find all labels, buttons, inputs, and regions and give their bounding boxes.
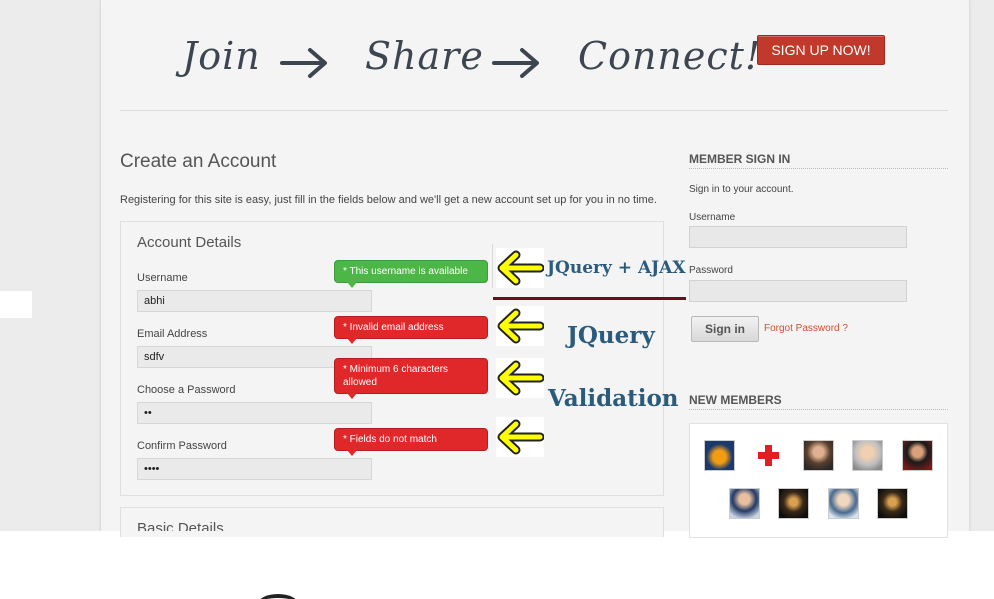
member-avatar[interactable] [778, 488, 809, 519]
banner-divider [120, 110, 948, 111]
yellow-left-arrow-icon [496, 306, 544, 346]
annotation-validation: Validation [548, 385, 679, 412]
new-members-divider [689, 409, 948, 410]
member-avatar[interactable] [729, 488, 760, 519]
account-details-title: Account Details [137, 234, 242, 251]
yellow-left-arrow-icon [496, 248, 544, 288]
annotation-separator [492, 244, 493, 288]
page-title: Create an Account [120, 151, 277, 172]
annotation-jquery: JQuery [567, 322, 655, 349]
register-intro-text: Registering for this site is easy, just … [120, 194, 657, 206]
signup-now-button[interactable]: SIGN UP NOW! [757, 35, 885, 65]
page-background-patch [0, 291, 32, 318]
yellow-left-arrow-icon [496, 417, 544, 457]
bottom-area [0, 531, 994, 599]
confirm-password-label: Confirm Password [137, 440, 227, 452]
member-avatar[interactable] [902, 440, 933, 471]
member-avatar[interactable] [828, 488, 859, 519]
password-input[interactable]: •• [137, 402, 372, 424]
annotation-jquery-ajax: JQuery + AJAX [547, 258, 686, 278]
page-background-right [970, 0, 994, 531]
password-min-length-tooltip: * Minimum 6 characters allowed [334, 358, 488, 399]
annotation-underline [493, 297, 686, 300]
signin-text: Sign in to your account. [689, 184, 794, 195]
page-background-left [0, 0, 100, 531]
member-signin-divider [689, 168, 948, 169]
forgot-password-link[interactable]: Forgot Password ? [764, 323, 848, 334]
password-label: Choose a Password [137, 384, 236, 396]
member-avatar[interactable] [753, 440, 784, 471]
member-avatar[interactable] [704, 440, 735, 471]
signin-password-label: Password [689, 265, 733, 276]
new-members-title: NEW MEMBERS [689, 393, 782, 407]
signin-button[interactable]: Sign in [691, 316, 759, 342]
signin-username-label: Username [689, 212, 736, 223]
member-avatar[interactable] [852, 440, 883, 471]
password-mismatch-tooltip: * Fields do not match [334, 428, 488, 456]
banner-word-join: Join [182, 34, 261, 78]
email-invalid-tooltip: * Invalid email address [334, 316, 488, 344]
banner-word-connect: Connect! [578, 34, 762, 78]
confirm-password-input[interactable]: •••• [137, 458, 372, 480]
email-label: Email Address [137, 328, 208, 340]
username-available-tooltip: * This username is available [334, 260, 488, 288]
signin-username-input[interactable] [689, 226, 907, 248]
banner-arrow-icon [492, 48, 539, 78]
member-avatar[interactable] [877, 488, 908, 519]
username-input[interactable]: abhi [137, 290, 372, 312]
banner-arrow-icon [280, 48, 327, 78]
username-label: Username [137, 272, 188, 284]
banner-word-share: Share [365, 34, 484, 78]
yellow-left-arrow-icon [496, 358, 544, 398]
red-cross-icon [758, 445, 779, 466]
basic-details-title: Basic Details [137, 520, 224, 531]
member-avatar[interactable] [803, 440, 834, 471]
member-signin-title: MEMBER SIGN IN [689, 152, 791, 166]
signin-password-input[interactable] [689, 280, 907, 302]
